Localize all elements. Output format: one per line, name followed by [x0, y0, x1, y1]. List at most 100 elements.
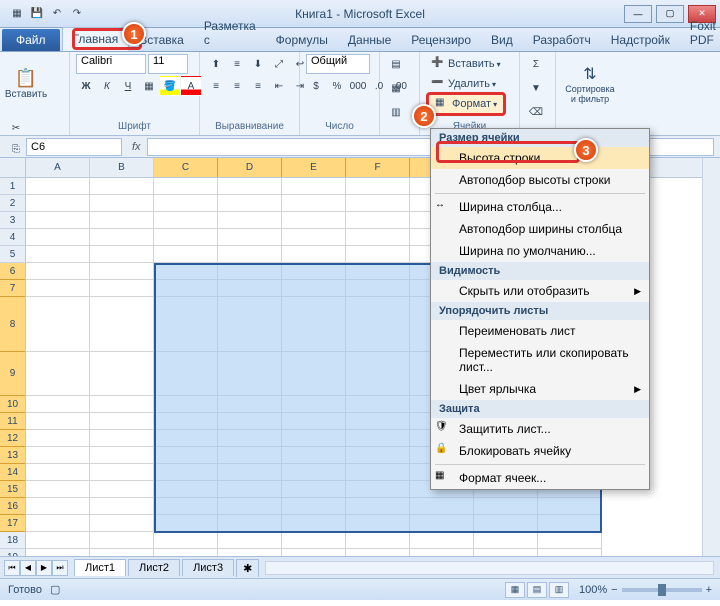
row-header[interactable]: 6 [0, 263, 25, 280]
tab-page-layout[interactable]: Разметка с [194, 15, 266, 51]
row-header[interactable]: 19 [0, 549, 25, 556]
row-header[interactable]: 18 [0, 532, 25, 549]
cell[interactable] [90, 246, 154, 263]
cell[interactable] [346, 212, 410, 229]
percent-icon[interactable]: % [327, 76, 347, 96]
cell[interactable] [26, 498, 90, 515]
cell[interactable] [90, 464, 154, 481]
sheet-nav-prev[interactable]: ◀ [20, 560, 36, 576]
cell[interactable] [218, 195, 282, 212]
fill-icon[interactable]: ▼ [526, 78, 546, 98]
align-bottom-icon[interactable]: ⬇ [248, 54, 268, 74]
underline-button[interactable]: Ч [118, 76, 138, 96]
cell[interactable] [346, 246, 410, 263]
zoom-label[interactable]: 100% [579, 584, 607, 596]
page-break-view-icon[interactable]: ▥ [549, 582, 569, 598]
insert-cells-button[interactable]: ➕Вставить▾ [426, 56, 506, 72]
excel-icon[interactable]: ▦ [8, 5, 26, 23]
cell[interactable] [346, 229, 410, 246]
redo-icon[interactable]: ↷ [68, 5, 86, 23]
align-center-icon[interactable]: ≡ [227, 76, 247, 96]
cell[interactable] [90, 195, 154, 212]
format-cells-button[interactable]: ▦Формат▾ [426, 92, 506, 116]
cell[interactable] [26, 396, 90, 413]
cell[interactable] [26, 246, 90, 263]
cell[interactable] [154, 246, 218, 263]
row-header[interactable]: 3 [0, 212, 25, 229]
zoom-out-button[interactable]: − [611, 584, 617, 596]
cell[interactable] [26, 481, 90, 498]
cell[interactable] [26, 212, 90, 229]
cut-icon[interactable]: ✂ [6, 118, 26, 138]
tab-addins[interactable]: Надстройк [601, 29, 680, 51]
file-tab[interactable]: Файл [2, 29, 60, 51]
align-top-icon[interactable]: ⬆ [206, 54, 226, 74]
name-box[interactable] [26, 138, 122, 156]
row-header[interactable]: 12 [0, 430, 25, 447]
cell[interactable] [90, 430, 154, 447]
cell[interactable] [90, 352, 154, 396]
cell[interactable] [26, 447, 90, 464]
font-color-icon[interactable]: A [181, 76, 201, 96]
tab-data[interactable]: Данные [338, 29, 401, 51]
row-header[interactable]: 8 [0, 297, 25, 352]
cell[interactable] [346, 549, 410, 556]
menu-hide-unhide[interactable]: Скрыть или отобразить▶ [431, 280, 649, 302]
row-header[interactable]: 1 [0, 178, 25, 195]
font-size-combo[interactable]: 11 [148, 54, 188, 74]
menu-format-cells[interactable]: ▦Формат ячеек... [431, 467, 649, 489]
menu-default-width[interactable]: Ширина по умолчанию... [431, 240, 649, 262]
menu-autofit-column[interactable]: Автоподбор ширины столбца [431, 218, 649, 240]
tab-review[interactable]: Рецензиро [401, 29, 481, 51]
font-name-combo[interactable]: Calibri [76, 54, 146, 74]
cell[interactable] [26, 515, 90, 532]
cell[interactable] [26, 263, 90, 280]
row-header[interactable]: 16 [0, 498, 25, 515]
cell[interactable] [282, 229, 346, 246]
tab-view[interactable]: Вид [481, 29, 523, 51]
cell[interactable] [218, 246, 282, 263]
cell[interactable] [154, 178, 218, 195]
cell[interactable] [26, 195, 90, 212]
fx-icon[interactable]: fx [132, 141, 141, 153]
zoom-in-button[interactable]: + [706, 584, 712, 596]
cell[interactable] [538, 549, 602, 556]
cell[interactable] [90, 263, 154, 280]
currency-icon[interactable]: $ [306, 76, 326, 96]
zoom-slider[interactable] [622, 588, 702, 592]
cell[interactable] [154, 229, 218, 246]
cell[interactable] [282, 532, 346, 549]
menu-move-copy-sheet[interactable]: Переместить или скопировать лист... [431, 342, 649, 378]
page-layout-view-icon[interactable]: ▤ [527, 582, 547, 598]
cell[interactable] [218, 532, 282, 549]
sheet-nav-last[interactable]: ⏭ [52, 560, 68, 576]
cell[interactable] [90, 212, 154, 229]
tab-formulas[interactable]: Формулы [266, 29, 338, 51]
clear-icon[interactable]: ⌫ [526, 102, 546, 122]
cell[interactable] [90, 447, 154, 464]
cell[interactable] [26, 532, 90, 549]
cell[interactable] [26, 178, 90, 195]
new-sheet-button[interactable]: ✱ [236, 559, 259, 577]
cell[interactable] [154, 532, 218, 549]
decrease-indent-icon[interactable]: ⇤ [269, 76, 289, 96]
menu-protect-sheet[interactable]: 🛡Защитить лист... [431, 418, 649, 440]
cell[interactable] [26, 229, 90, 246]
cell[interactable] [474, 532, 538, 549]
cell[interactable] [90, 498, 154, 515]
copy-icon[interactable]: ⎘ [6, 139, 26, 159]
sort-filter-button[interactable]: ⇅ Сортировка и фильтр [562, 54, 618, 114]
cell[interactable] [154, 549, 218, 556]
row-header[interactable]: 11 [0, 413, 25, 430]
col-header[interactable]: E [282, 158, 346, 177]
cell[interactable] [346, 195, 410, 212]
sheet-tab-2[interactable]: Лист2 [128, 559, 180, 576]
menu-rename-sheet[interactable]: Переименовать лист [431, 320, 649, 342]
align-middle-icon[interactable]: ≡ [227, 54, 247, 74]
cell[interactable] [410, 549, 474, 556]
cell[interactable] [90, 481, 154, 498]
col-header[interactable]: C [154, 158, 218, 177]
cell[interactable] [90, 178, 154, 195]
macro-record-icon[interactable]: ▢ [50, 583, 60, 596]
cell[interactable] [26, 549, 90, 556]
